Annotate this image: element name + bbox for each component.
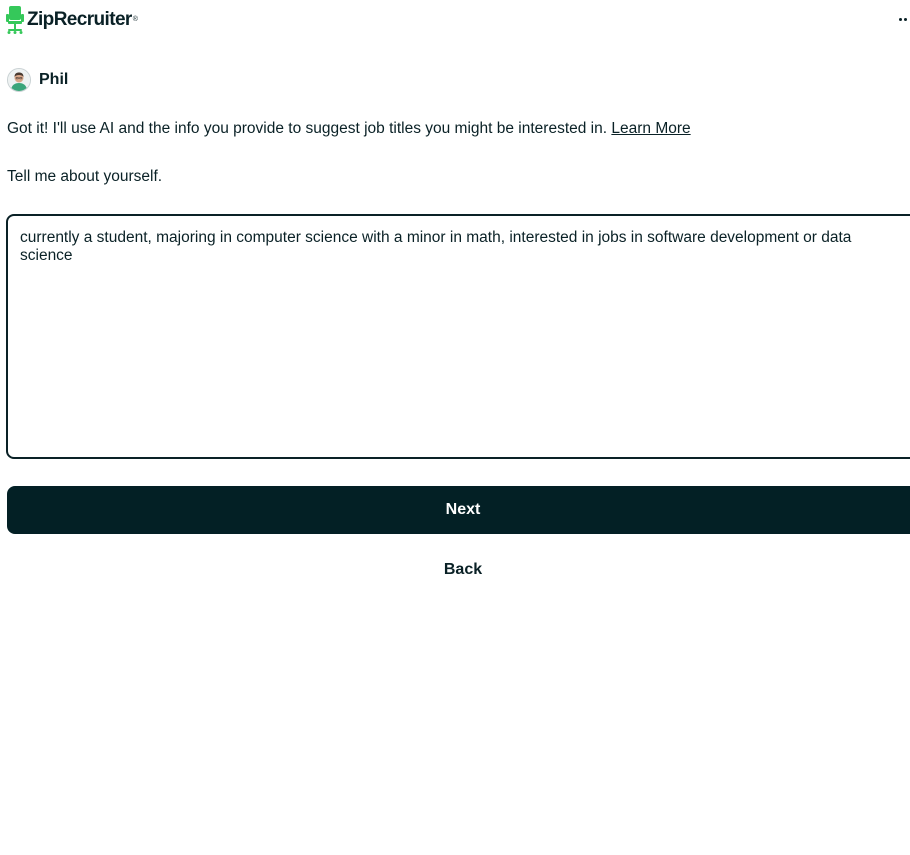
avatar bbox=[7, 68, 31, 92]
user-avatar-icon bbox=[8, 69, 30, 91]
chair-icon bbox=[6, 6, 24, 34]
assistant-message-text: Got it! I'll use AI and the info you pro… bbox=[7, 120, 608, 137]
about-yourself-field: currently a student, majoring in compute… bbox=[6, 214, 910, 459]
registered-mark: ® bbox=[132, 16, 138, 23]
next-button[interactable]: Next bbox=[7, 486, 910, 534]
learn-more-link[interactable]: Learn More bbox=[611, 120, 690, 137]
back-button[interactable]: Back bbox=[423, 558, 503, 582]
dot bbox=[904, 17, 907, 21]
about-yourself-input[interactable]: currently a student, majoring in compute… bbox=[8, 216, 910, 457]
more-options-icon[interactable] bbox=[896, 12, 910, 26]
prompt-question: Tell me about yourself. bbox=[7, 168, 163, 185]
page: ZipRecruiter® Phil Got it! I'll use AI a… bbox=[0, 0, 910, 855]
profile: Phil bbox=[7, 68, 68, 92]
ziprecruiter-logo[interactable]: ZipRecruiter® bbox=[6, 6, 138, 34]
next-button-label: Next bbox=[445, 501, 481, 518]
profile-name: Phil bbox=[39, 71, 69, 88]
assistant-message: Got it! I'll use AI and the info you pro… bbox=[7, 119, 691, 139]
header: ZipRecruiter® bbox=[0, 0, 910, 40]
logo-text: ZipRecruiter® bbox=[27, 6, 138, 34]
logo-wordmark: ZipRecruiter bbox=[27, 9, 132, 30]
dot bbox=[899, 17, 902, 21]
